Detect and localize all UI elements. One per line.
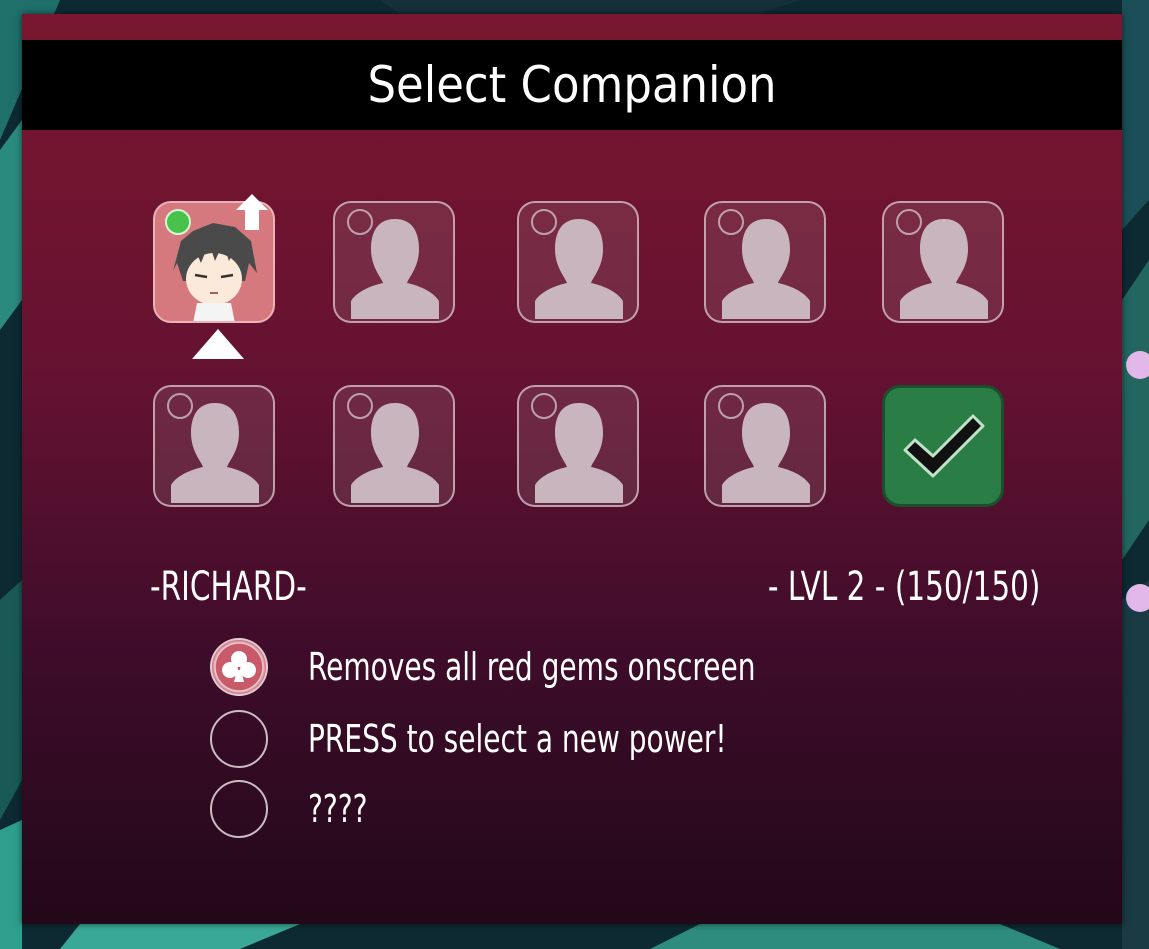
- power-row[interactable]: PRESS to select a new power!: [210, 708, 819, 770]
- companion-level: - LVL 2 - (150/150): [767, 564, 1040, 610]
- empty-power-slot-icon[interactable]: [210, 710, 268, 768]
- companion-slot-locked[interactable]: [333, 201, 455, 323]
- selection-cursor-icon: [192, 329, 244, 359]
- silhouette-icon: [535, 219, 623, 319]
- silhouette-icon: [535, 403, 623, 503]
- club-icon: [222, 651, 256, 682]
- power-slot-1[interactable]: [210, 638, 268, 696]
- silhouette-icon: [900, 219, 988, 319]
- empty-power-slot-icon[interactable]: [210, 780, 268, 838]
- checkmark-icon: [903, 414, 985, 478]
- companion-name: -RICHARD-: [150, 564, 307, 610]
- power-label: ????: [308, 787, 368, 831]
- silhouette-icon: [722, 219, 810, 319]
- power-row[interactable]: Removes all red gems onscreen: [210, 636, 854, 698]
- power-label: PRESS to select a new power!: [308, 717, 727, 761]
- companion-panel: Select Companion -RICHARD- - LVL 2 - (15…: [22, 14, 1122, 924]
- power-row[interactable]: ????: [210, 778, 381, 840]
- silhouette-icon: [351, 219, 439, 319]
- companion-slot-locked[interactable]: [517, 385, 639, 507]
- panel-title: Select Companion: [22, 40, 1122, 130]
- silhouette-icon: [351, 403, 439, 503]
- silhouette-icon: [722, 403, 810, 503]
- companion-slot-locked[interactable]: [333, 385, 455, 507]
- level-up-arrow-icon: [236, 194, 268, 230]
- companion-slot-locked[interactable]: [882, 201, 1004, 323]
- power-label: Removes all red gems onscreen: [308, 645, 756, 689]
- companion-slot-locked[interactable]: [704, 201, 826, 323]
- silhouette-icon: [171, 403, 259, 503]
- companion-slot-locked[interactable]: [704, 385, 826, 507]
- companion-slot-locked[interactable]: [153, 385, 275, 507]
- confirm-button[interactable]: [882, 385, 1004, 507]
- companion-slot-locked[interactable]: [517, 201, 639, 323]
